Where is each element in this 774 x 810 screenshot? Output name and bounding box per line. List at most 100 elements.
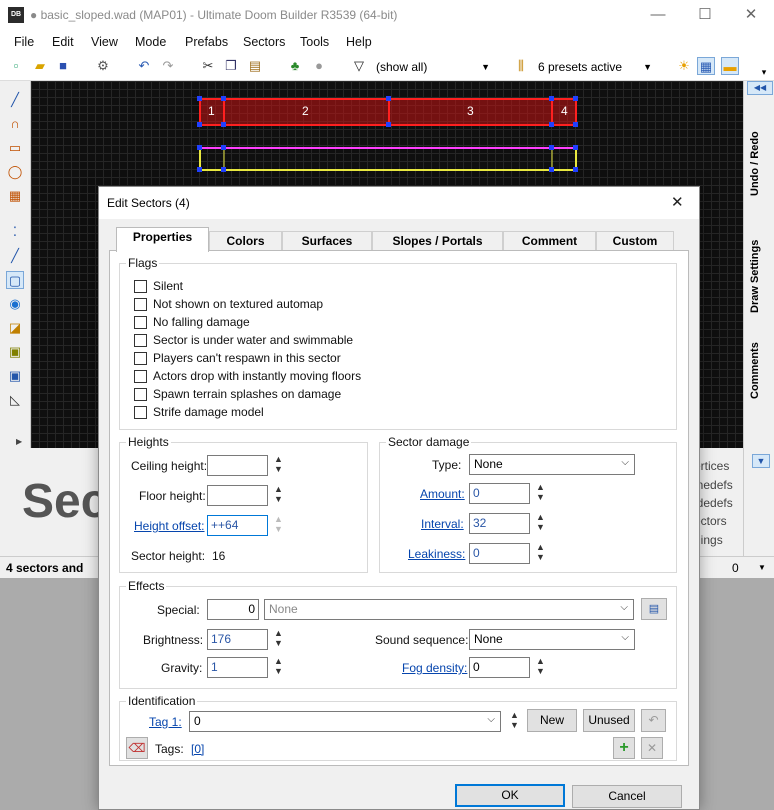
copy-icon[interactable]: ❐ bbox=[222, 57, 240, 75]
flag-automap-checkbox[interactable] bbox=[134, 298, 147, 311]
grid-icon[interactable]: ▦ bbox=[697, 57, 715, 75]
menu-sectors[interactable]: Sectors bbox=[243, 35, 285, 49]
map-options-icon[interactable]: ⚙ bbox=[94, 57, 112, 75]
presets-dropdown[interactable]: 6 presets active ▼ bbox=[538, 57, 656, 77]
menu-edit[interactable]: Edit bbox=[52, 35, 74, 49]
prefab-icon[interactable]: ● bbox=[310, 57, 328, 75]
tab-draw-settings[interactable]: Draw Settings bbox=[749, 221, 771, 331]
menu-help[interactable]: Help bbox=[346, 35, 372, 49]
fog-density-link[interactable]: Fog density: bbox=[402, 661, 467, 675]
minimize-button[interactable]: — bbox=[635, 0, 681, 31]
special-number-input[interactable]: 0 bbox=[207, 599, 259, 620]
sound-environment-icon[interactable]: ▣ bbox=[6, 367, 24, 385]
gravity-input[interactable]: 1 bbox=[207, 657, 268, 678]
menu-file[interactable]: File bbox=[14, 35, 34, 49]
open-folder-icon[interactable]: ▰ bbox=[31, 57, 49, 75]
flag-splashes-checkbox[interactable] bbox=[134, 388, 147, 401]
tab-undo-redo[interactable]: Undo / Redo bbox=[749, 111, 771, 216]
paste-icon[interactable]: ▤ bbox=[246, 57, 264, 75]
filter-icon[interactable]: ▽ bbox=[350, 57, 368, 75]
draw-grid-icon[interactable]: ▦ bbox=[6, 187, 24, 205]
flag-silent-checkbox[interactable] bbox=[134, 280, 147, 293]
eraser-icon[interactable]: ⌫ bbox=[126, 737, 148, 759]
make-sector-icon[interactable]: ◪ bbox=[6, 319, 24, 337]
tab-comments[interactable]: Comments bbox=[749, 336, 771, 406]
add-tag-icon[interactable]: + bbox=[613, 737, 635, 759]
sectors-mode-icon[interactable]: ▢ bbox=[6, 271, 24, 289]
browse-specials-icon[interactable]: ▤ bbox=[641, 598, 667, 620]
linedefs-mode-icon[interactable]: ╱ bbox=[6, 247, 24, 265]
vertices-mode-icon[interactable]: ⁚ bbox=[6, 223, 24, 241]
tab-comment[interactable]: Comment bbox=[503, 231, 596, 251]
damage-leakiness-spinner[interactable]: ▲ ▼ bbox=[535, 542, 546, 562]
damage-interval-spinner[interactable]: ▲ ▼ bbox=[535, 512, 546, 532]
status-zoom-dropdown-icon[interactable]: ▼ bbox=[758, 563, 766, 572]
damage-leakiness-input[interactable]: 0 bbox=[469, 543, 530, 564]
damage-interval-link[interactable]: Interval: bbox=[421, 517, 464, 531]
draw-slope-icon[interactable]: ◺ bbox=[6, 391, 24, 409]
cut-icon[interactable]: ✂ bbox=[199, 57, 217, 75]
maximize-button[interactable]: ☐ bbox=[682, 0, 728, 31]
gravity-spinner[interactable]: ▲ ▼ bbox=[273, 656, 284, 676]
comments-icon[interactable]: ▬ bbox=[721, 57, 739, 75]
draw-curve-icon[interactable]: ∩ bbox=[6, 115, 24, 133]
special-dropdown[interactable]: None ⌵ bbox=[264, 599, 634, 620]
tag-link[interactable]: Tag 1: bbox=[149, 715, 182, 729]
damage-interval-input[interactable]: 32 bbox=[469, 513, 530, 534]
collapse-docker-icon[interactable]: ◀◀ bbox=[747, 81, 773, 95]
damage-type-dropdown[interactable]: None ⌵ bbox=[469, 454, 635, 475]
damage-amount-spinner[interactable]: ▲ ▼ bbox=[535, 482, 546, 502]
save-icon[interactable]: ■ bbox=[54, 57, 72, 75]
tag-spinner[interactable]: ▲ ▼ bbox=[509, 710, 520, 730]
sound-propagation-icon[interactable]: ▣ bbox=[6, 343, 24, 361]
tab-colors[interactable]: Colors bbox=[209, 231, 282, 251]
things-filter-icon[interactable]: ♣ bbox=[286, 57, 304, 75]
toolbar-overflow-icon[interactable]: ▾ bbox=[758, 63, 770, 81]
unused-tag-button[interactable]: Unused bbox=[583, 709, 635, 732]
damage-amount-link[interactable]: Amount: bbox=[420, 487, 465, 501]
height-offset-spinner[interactable]: ▲ ▼ bbox=[273, 514, 284, 534]
tab-custom[interactable]: Custom bbox=[596, 231, 674, 251]
new-tag-button[interactable]: New bbox=[527, 709, 577, 732]
remove-tag-icon[interactable]: ✕ bbox=[641, 737, 663, 759]
cancel-button[interactable]: Cancel bbox=[572, 785, 682, 808]
draw-lines-icon[interactable]: ╱ bbox=[6, 91, 24, 109]
flag-floordrop-checkbox[interactable] bbox=[134, 370, 147, 383]
expand-arrow-icon[interactable]: ▶ bbox=[16, 437, 22, 446]
new-map-icon[interactable]: ▫ bbox=[7, 57, 25, 75]
damage-amount-input[interactable]: 0 bbox=[469, 483, 530, 504]
floor-height-spinner[interactable]: ▲ ▼ bbox=[273, 484, 284, 504]
menu-view[interactable]: View bbox=[91, 35, 118, 49]
draw-ellipse-icon[interactable]: ◯ bbox=[6, 163, 24, 181]
menu-prefabs[interactable]: Prefabs bbox=[185, 35, 228, 49]
close-window-button[interactable]: ✕ bbox=[728, 0, 774, 31]
floor-height-input[interactable] bbox=[207, 485, 268, 506]
presets-icon[interactable]: ⫼ bbox=[512, 57, 530, 75]
filter-dropdown[interactable]: (show all) ▼ bbox=[376, 57, 494, 77]
fog-density-spinner[interactable]: ▲ ▼ bbox=[535, 656, 546, 676]
tag-dropdown[interactable]: 0 ⌵ bbox=[189, 711, 501, 732]
brightness-spinner[interactable]: ▲ ▼ bbox=[273, 628, 284, 648]
ceiling-height-spinner[interactable]: ▲ ▼ bbox=[273, 454, 284, 474]
undo-tag-icon[interactable]: ↶ bbox=[641, 709, 666, 732]
tab-surfaces[interactable]: Surfaces bbox=[282, 231, 372, 251]
fog-density-input[interactable]: 0 bbox=[469, 657, 530, 678]
tab-properties[interactable]: Properties bbox=[116, 227, 209, 252]
brightness-icon[interactable]: ☀ bbox=[675, 57, 693, 75]
menu-tools[interactable]: Tools bbox=[300, 35, 329, 49]
brightness-input[interactable]: 176 bbox=[207, 629, 268, 650]
tags-value-link[interactable]: [0] bbox=[191, 742, 204, 756]
undo-icon[interactable]: ↶ bbox=[135, 57, 153, 75]
sound-sequence-dropdown[interactable]: None ⌵ bbox=[469, 629, 635, 650]
ok-button[interactable]: OK bbox=[455, 784, 565, 807]
draw-rectangle-icon[interactable]: ▭ bbox=[6, 139, 24, 157]
things-mode-icon[interactable]: ◉ bbox=[6, 295, 24, 313]
menu-mode[interactable]: Mode bbox=[135, 35, 166, 49]
redo-icon[interactable]: ↷ bbox=[159, 57, 177, 75]
dialog-close-button[interactable]: ✕ bbox=[671, 193, 684, 211]
flag-falling-damage-checkbox[interactable] bbox=[134, 316, 147, 329]
flag-strife-checkbox[interactable] bbox=[134, 406, 147, 419]
damage-leakiness-link[interactable]: Leakiness: bbox=[408, 547, 465, 561]
flag-norespawn-checkbox[interactable] bbox=[134, 352, 147, 365]
height-offset-input[interactable]: ++64 bbox=[207, 515, 268, 536]
